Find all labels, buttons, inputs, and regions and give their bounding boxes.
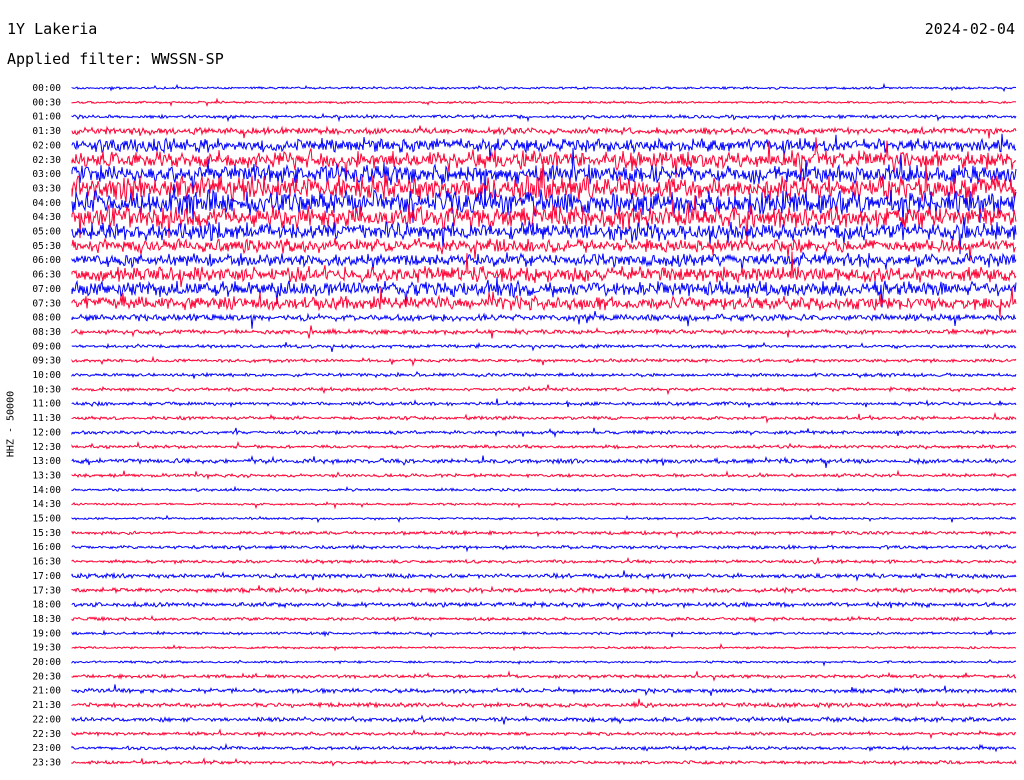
time-tick-label: 21:30 — [32, 700, 61, 711]
trace-line-1930 — [71, 643, 1017, 652]
trace-line-1500 — [71, 514, 1017, 524]
time-tick-label: 03:30 — [32, 183, 61, 194]
time-tick-label: 10:30 — [32, 384, 61, 395]
trace-line-1830 — [71, 614, 1017, 623]
time-tick-label: 18:00 — [32, 600, 61, 611]
time-tick-label: 04:30 — [32, 212, 61, 223]
trace-line-1630 — [71, 556, 1017, 565]
trace-line-1700 — [71, 570, 1017, 582]
time-tick-label: 16:00 — [32, 542, 61, 553]
time-tick-label: 08:30 — [32, 327, 61, 338]
trace-line-0100 — [71, 112, 1017, 123]
time-tick-label: 14:00 — [32, 485, 61, 496]
trace-line-1330 — [71, 469, 1017, 480]
helicorder-plot: 00:00 00:30 01:00 01:30 02:00 02:30 03:00 03:30… — [32, 82, 1017, 768]
time-tick-label: 22:30 — [32, 729, 61, 740]
time-tick-label: 17:30 — [32, 585, 61, 596]
trace-line-0900 — [71, 341, 1017, 353]
time-tick-label: 06:30 — [32, 270, 61, 281]
trace-line-2130 — [71, 698, 1017, 709]
trace-line-1030 — [71, 384, 1017, 396]
trace-line-0830 — [71, 325, 1017, 339]
trace-line-1100 — [71, 398, 1017, 409]
time-tick-label: 17:00 — [32, 571, 61, 582]
time-tick-label: 20:00 — [32, 657, 61, 668]
time-tick-label: 14:30 — [32, 499, 61, 510]
time-tick-label: 05:30 — [32, 241, 61, 252]
trace-line-1530 — [71, 529, 1017, 539]
trace-line-1430 — [71, 501, 1017, 510]
time-tick-label: 00:30 — [32, 97, 61, 108]
trace-line-2300 — [71, 742, 1016, 753]
trace-line-0330 — [71, 157, 1017, 205]
trace-line-2100 — [71, 684, 1017, 697]
time-tick-label: 18:30 — [32, 614, 61, 625]
time-tick-label: 21:00 — [32, 686, 61, 697]
time-tick-label: 22:00 — [32, 714, 61, 725]
time-tick-label: 16:30 — [32, 557, 61, 568]
time-tick-label: 09:30 — [32, 356, 61, 367]
time-tick-label: 12:00 — [32, 427, 61, 438]
time-tick-label: 02:00 — [32, 140, 61, 151]
time-tick-label: 04:00 — [32, 198, 61, 209]
trace-line-1400 — [71, 485, 1017, 493]
time-tick-label: 12:30 — [32, 442, 61, 453]
time-tick-label: 23:30 — [32, 757, 61, 768]
trace-line-2230 — [71, 728, 1017, 740]
trace-line-2200 — [71, 714, 1017, 725]
trace-line-0030 — [71, 97, 1017, 107]
trace-line-1130 — [71, 411, 1017, 424]
time-tick-label: 01:00 — [32, 112, 61, 123]
trace-line-1600 — [71, 543, 1017, 553]
time-tick-label: 07:30 — [32, 298, 61, 309]
trace-line-1800 — [71, 600, 1017, 611]
time-tick-label: 10:00 — [32, 370, 61, 381]
trace-line-2030 — [71, 670, 1017, 682]
trace-line-2330 — [71, 757, 1017, 767]
time-tick-label: 13:30 — [32, 470, 61, 481]
trace-line-0630 — [71, 251, 1017, 288]
trace-line-1000 — [71, 370, 1017, 379]
trace-line-0600 — [71, 251, 1017, 271]
time-tick-label: 23:00 — [32, 743, 61, 754]
trace-line-0000 — [71, 82, 1017, 93]
time-tick-label: 06:00 — [32, 255, 61, 266]
time-tick-label: 11:00 — [32, 399, 61, 410]
trace-line-1200 — [71, 427, 1017, 439]
time-tick-label: 11:30 — [32, 413, 61, 424]
trace-line-1730 — [71, 585, 1017, 595]
time-tick-label: 02:30 — [32, 155, 61, 166]
trace-line-1230 — [71, 440, 1017, 450]
time-tick-label: 20:30 — [32, 671, 61, 682]
time-tick-label: 08:00 — [32, 313, 61, 324]
trace-line-0130 — [71, 125, 1017, 139]
time-tick-label: 15:30 — [32, 528, 61, 539]
time-tick-label: 07:00 — [32, 284, 61, 295]
time-tick-label: 05:00 — [32, 227, 61, 238]
trace-line-1300 — [71, 455, 1017, 468]
time-tick-label: 19:00 — [32, 628, 61, 639]
time-tick-label: 19:30 — [32, 643, 61, 654]
time-tick-label: 01:30 — [32, 126, 61, 137]
time-tick-label: 13:00 — [32, 456, 61, 467]
time-tick-label: 00:00 — [32, 83, 61, 94]
time-tick-label: 09:00 — [32, 341, 61, 352]
trace-line-0930 — [71, 355, 1017, 367]
trace-line-1900 — [71, 629, 1017, 638]
trace-line-2000 — [71, 659, 1017, 667]
time-tick-label: 15:00 — [32, 514, 61, 525]
trace-line-0800 — [71, 310, 1017, 329]
time-tick-label: 03:00 — [32, 169, 61, 180]
